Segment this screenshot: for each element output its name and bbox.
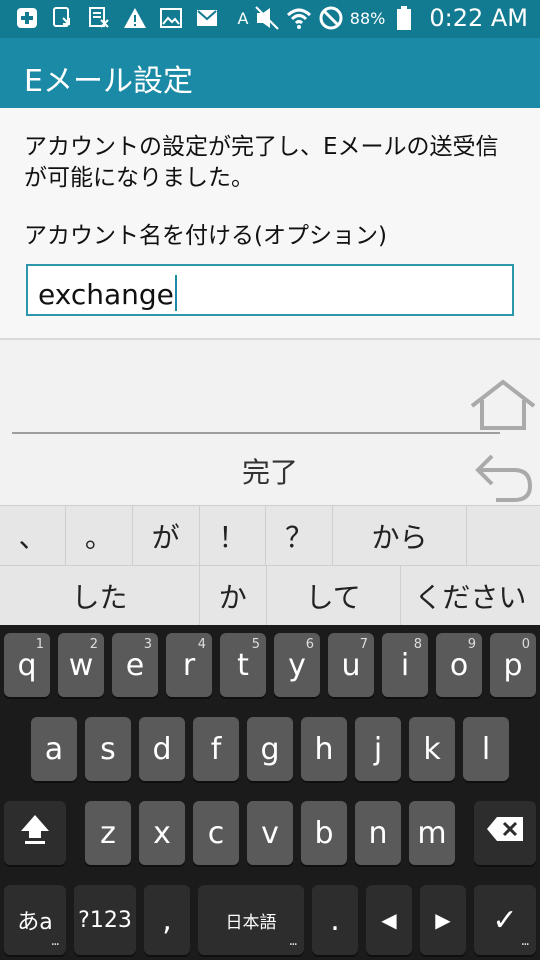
notification-icons: A xyxy=(14,5,256,31)
wifi-icon xyxy=(286,5,312,31)
download-icon xyxy=(50,5,76,31)
key-i[interactable]: i8 xyxy=(382,633,428,697)
document-icon xyxy=(86,5,112,31)
key-k[interactable]: k xyxy=(409,717,455,781)
comma-key[interactable]: , xyxy=(144,885,190,955)
language-space-key[interactable]: 日本語 ... xyxy=(198,885,304,955)
suggestion-item[interactable]: ！ xyxy=(200,506,267,566)
key-a[interactable]: a xyxy=(31,717,77,781)
setup-complete-message: アカウントの設定が完了し、Eメールの送受信が可能になりました。 xyxy=(24,134,499,191)
system-icons: 88% 0:22 AM xyxy=(254,4,528,32)
clock: 0:22 AM xyxy=(429,4,528,32)
check-icon: ✓ xyxy=(492,902,518,938)
mail-icon xyxy=(194,5,220,31)
input-mode-key[interactable]: あa ... xyxy=(4,885,66,955)
shift-icon xyxy=(18,812,52,854)
soft-keyboard: q1 w2 e3 r4 t5 y6 u7 i8 o9 p0 a s d f g … xyxy=(0,625,540,960)
key-e[interactable]: e3 xyxy=(112,633,158,697)
warning-icon xyxy=(122,5,148,31)
account-name-label: アカウント名を付ける(オプション) xyxy=(24,223,387,249)
cursor-right-key[interactable]: ▶ xyxy=(420,885,466,955)
account-setup-content: アカウントの設定が完了し、Eメールの送受信が可能になりました。 アカウント名を付… xyxy=(0,108,540,340)
key-g[interactable]: g xyxy=(247,717,293,781)
key-h[interactable]: h xyxy=(301,717,347,781)
key-z[interactable]: z xyxy=(85,801,131,865)
left-arrow-icon: ◀ xyxy=(381,908,397,932)
suggestion-item[interactable]: が xyxy=(133,506,200,566)
numbers-key[interactable]: ?123 xyxy=(74,885,136,955)
suggestion-item[interactable]: して xyxy=(267,566,401,626)
right-arrow-icon: ▶ xyxy=(435,908,451,932)
more-dots: ... xyxy=(50,933,60,949)
key-v[interactable]: v xyxy=(247,801,293,865)
text-caret xyxy=(174,275,177,311)
account-name-input[interactable]: exchange xyxy=(26,264,514,316)
backspace-key[interactable] xyxy=(474,801,536,865)
key-l[interactable]: l xyxy=(463,717,509,781)
suggestion-item[interactable]: ください xyxy=(401,566,540,626)
app-bar: Eメール設定 xyxy=(0,38,540,108)
key-f[interactable]: f xyxy=(193,717,239,781)
more-dots: ... xyxy=(288,933,298,949)
page-title: Eメール設定 xyxy=(24,64,193,99)
key-y[interactable]: y6 xyxy=(274,633,320,697)
battery-percent: 88% xyxy=(349,8,386,28)
suggestion-row-2: した か して ください xyxy=(0,565,540,626)
suggestion-item[interactable]: から xyxy=(333,506,467,566)
key-j[interactable]: j xyxy=(355,717,401,781)
suggestion-item[interactable]: 、 xyxy=(0,506,67,566)
key-t[interactable]: t5 xyxy=(220,633,266,697)
a-icon: A xyxy=(237,8,249,28)
home-icon[interactable] xyxy=(468,378,538,438)
cursor-left-key[interactable]: ◀ xyxy=(366,885,412,955)
key-c[interactable]: c xyxy=(193,801,239,865)
key-d[interactable]: d xyxy=(139,717,185,781)
done-button[interactable]: 完了 xyxy=(0,440,540,502)
key-m[interactable]: m xyxy=(409,801,455,865)
backspace-icon xyxy=(485,815,525,851)
key-w[interactable]: w2 xyxy=(58,633,104,697)
key-o[interactable]: o9 xyxy=(436,633,482,697)
divider xyxy=(12,432,500,434)
key-n[interactable]: n xyxy=(355,801,401,865)
key-r[interactable]: r4 xyxy=(166,633,212,697)
image-icon xyxy=(158,5,184,31)
enter-key[interactable]: ✓ ... xyxy=(474,885,536,955)
suggestion-item[interactable]: 。 xyxy=(66,506,133,566)
block-icon xyxy=(318,5,344,31)
suggestion-item[interactable]: ？ xyxy=(266,506,334,566)
key-q[interactable]: q1 xyxy=(4,633,50,697)
suggestion-item[interactable]: した xyxy=(0,566,200,626)
key-b[interactable]: b xyxy=(301,801,347,865)
more-dots: ... xyxy=(520,933,530,949)
key-x[interactable]: x xyxy=(139,801,185,865)
account-name-value: exchange xyxy=(38,275,177,311)
plus-icon xyxy=(14,5,40,31)
battery-icon xyxy=(391,5,417,31)
period-key[interactable]: . xyxy=(312,885,358,955)
suggestion-expand[interactable] xyxy=(467,506,540,566)
key-p[interactable]: p0 xyxy=(490,633,536,697)
suggestion-item[interactable]: か xyxy=(200,566,267,626)
status-bar: A 88% 0:22 AM xyxy=(0,0,540,38)
key-s[interactable]: s xyxy=(85,717,131,781)
shift-key[interactable] xyxy=(4,801,66,865)
mute-icon xyxy=(254,5,280,31)
suggestion-row-1: 、 。 が ！ ？ から xyxy=(0,505,540,566)
key-u[interactable]: u7 xyxy=(328,633,374,697)
